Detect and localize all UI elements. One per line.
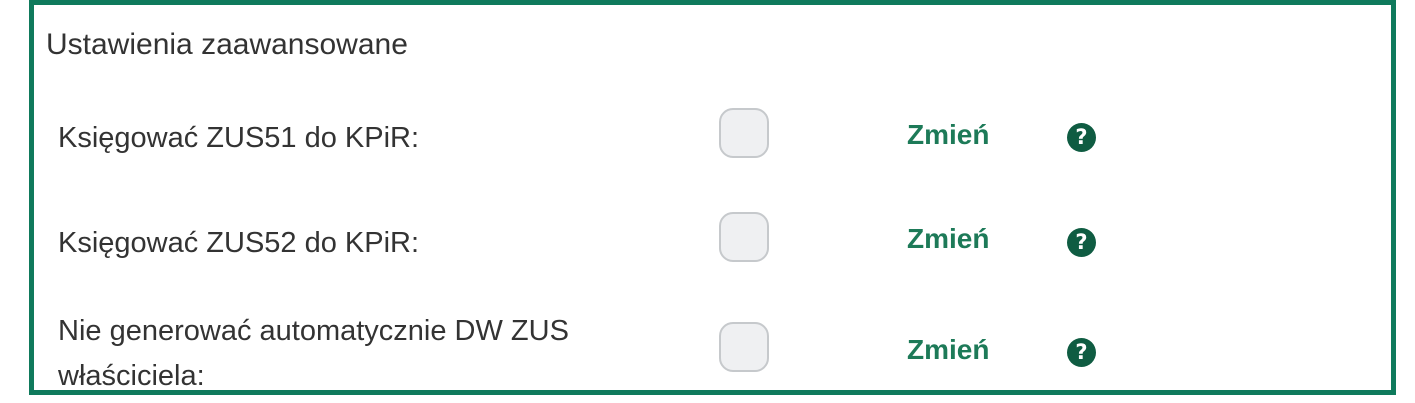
dw-zus-change-link[interactable]: Zmień [907,332,989,368]
setting-label-dw-zus-line1: Nie generować automatycznie DW ZUS [58,315,569,347]
zus52-checkbox[interactable] [719,212,769,262]
help-icon[interactable]: ? [1067,228,1096,257]
help-icon[interactable]: ? [1067,338,1096,367]
zus52-change-link[interactable]: Zmień [907,221,989,257]
setting-label-dw-zus-line2: właściciela: [58,360,205,392]
setting-label-zus52: Księgować ZUS52 do KPiR: [58,227,420,259]
advanced-settings-panel: Ustawienia zaawansowane Księgować ZUS51 … [29,0,1396,395]
setting-label-zus51: Księgować ZUS51 do KPiR: [58,122,420,154]
zus51-checkbox[interactable] [719,108,769,158]
panel-title: Ustawienia zaawansowane [46,28,408,61]
zus51-change-link[interactable]: Zmień [907,117,989,153]
dw-zus-checkbox[interactable] [719,322,769,372]
help-icon[interactable]: ? [1067,123,1096,152]
